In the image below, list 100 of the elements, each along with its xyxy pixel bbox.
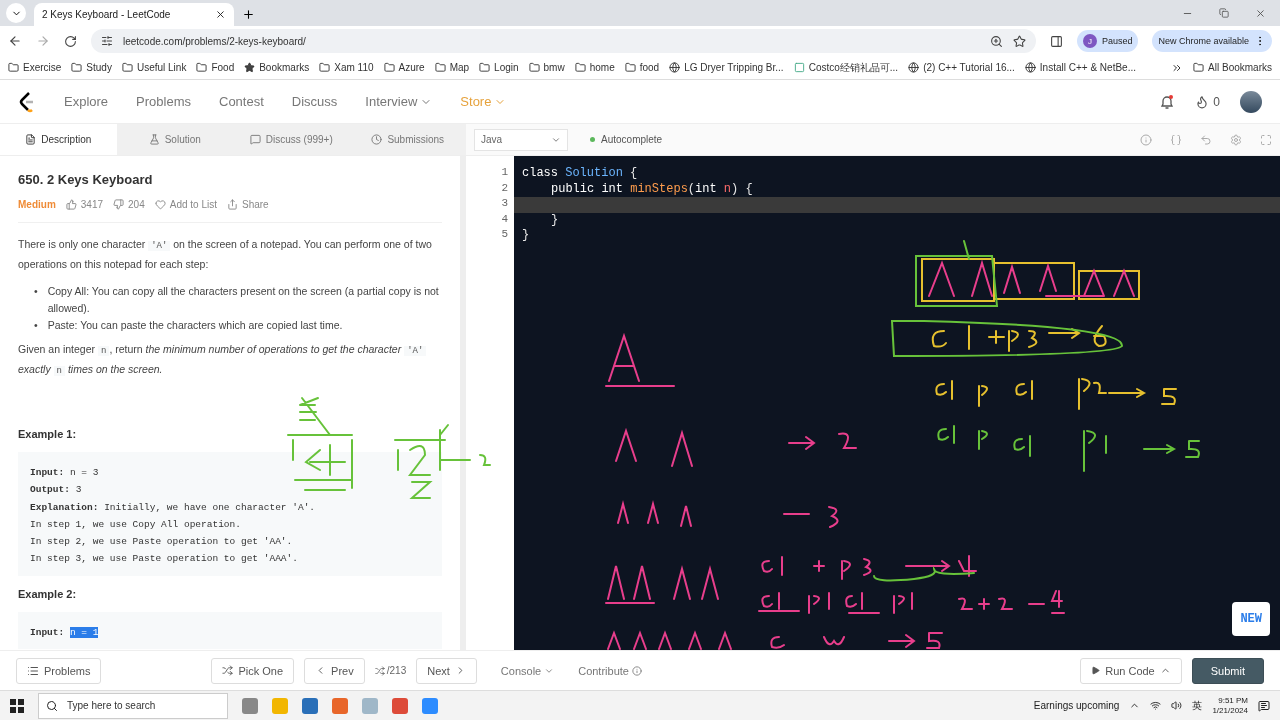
console-link[interactable]: Console	[500, 664, 555, 677]
folder-icon	[319, 62, 331, 73]
language-select[interactable]: Java	[474, 128, 568, 151]
new-badge[interactable]: NEW	[1232, 602, 1270, 636]
run-code-button[interactable]: Run Code	[1080, 657, 1182, 684]
bookmark[interactable]: Costco经销礼品可...	[793, 60, 899, 75]
address-bar[interactable]: leetcode.com/problems/2-keys-keyboard/	[91, 29, 1036, 53]
prev-button[interactable]: Prev	[304, 657, 365, 684]
document-icon	[25, 134, 37, 145]
bookmark[interactable]: Study	[71, 62, 112, 73]
close-icon[interactable]	[215, 9, 226, 20]
bookmark[interactable]: Useful Link	[121, 62, 187, 73]
bookmark[interactable]: Map	[434, 62, 470, 73]
bullet: •	[34, 318, 38, 333]
back-icon[interactable]	[8, 34, 22, 48]
all-bookmarks[interactable]: All Bookmarks	[1193, 62, 1272, 73]
bookmark[interactable]: Bookmarks	[244, 62, 310, 73]
volume-icon[interactable]	[1171, 700, 1183, 711]
tab[interactable]: Submissions	[349, 124, 466, 155]
folder-icon	[1193, 62, 1205, 73]
code-line: class Solution {	[521, 166, 639, 182]
line-number: 4	[501, 212, 508, 227]
bookmark[interactable]: Xam 110	[319, 62, 374, 73]
submit-button[interactable]: Submit	[1191, 657, 1264, 684]
bookmark[interactable]: Exercise	[8, 62, 62, 73]
bookmark[interactable]: bmw	[528, 62, 565, 73]
bookmark[interactable]: Login	[479, 62, 519, 73]
notification-bell-icon[interactable]	[1159, 93, 1176, 110]
bookmark[interactable]: Install C++ & NetBe...	[1024, 62, 1136, 73]
zoom-icon[interactable]	[989, 34, 1003, 48]
wifi-icon[interactable]	[1150, 700, 1162, 711]
reload-icon[interactable]	[64, 34, 77, 48]
windows-start-icon[interactable]	[10, 698, 24, 713]
code-editor[interactable]: class Solution { public int minSteps(int n) { } } NEW	[514, 156, 1280, 650]
bookmark[interactable]: Food	[196, 62, 235, 73]
heart-icon	[154, 199, 166, 210]
nav-link[interactable]: Discuss	[291, 94, 338, 109]
next-button[interactable]: Next	[416, 657, 477, 684]
problems-button[interactable]: Problems	[16, 657, 102, 684]
operation-item: Copy All: You can copy all the characters present on the screen (a partial copy is not allowed).	[47, 284, 440, 316]
nav-link[interactable]: Interview	[365, 94, 433, 109]
streak-counter[interactable]: 0	[1195, 94, 1220, 109]
share-icon	[227, 199, 238, 210]
thumbs-up-icon	[65, 199, 77, 210]
nav-link[interactable]: Contest	[219, 94, 264, 109]
problem-counter[interactable]: /213	[374, 665, 407, 676]
nav-link[interactable]: Problems	[136, 94, 191, 109]
list-icon	[27, 664, 39, 677]
line-number: 1	[501, 166, 508, 180]
tab[interactable]: Discuss (999+)	[233, 124, 350, 155]
tab[interactable]: Description	[0, 124, 117, 155]
folder-icon	[196, 62, 208, 73]
site-icon	[793, 62, 805, 73]
update-button[interactable]: New Chrome available	[1152, 30, 1272, 52]
chat-icon	[249, 134, 261, 145]
new-tab-icon[interactable]	[242, 8, 255, 21]
profile-button[interactable]: J Paused	[1076, 30, 1139, 52]
example-heading: Example 2:	[18, 587, 78, 600]
tab[interactable]: Solution	[116, 124, 233, 155]
autocomplete-toggle[interactable]: Autocomplete	[590, 134, 663, 145]
flame-icon	[1195, 94, 1210, 109]
like-button[interactable]: 3417	[65, 199, 104, 210]
logo-icon[interactable]	[18, 90, 36, 113]
problem-title: 650. 2 Keys Keyboard	[18, 172, 154, 187]
nav-link[interactable]: Explore	[64, 94, 109, 109]
globe-icon	[908, 62, 920, 73]
bookmark[interactable]: LG Dryer Tripping Br...	[669, 62, 784, 73]
example-block: Input: n = 3 Output: 3 Explanation: Initially, we have one character 'A'. In step 1, we use Copy All operation. In step 2, we use Paste operation to get 'AA'. In step 3, we use Paste operation to get 'AAA'.	[18, 452, 442, 576]
news-widget[interactable]: Earnings upcoming	[1033, 700, 1120, 711]
add-to-list-button[interactable]: Add to List	[154, 199, 217, 210]
site-settings-icon[interactable]	[101, 35, 113, 47]
taskbar-search-field[interactable]: Type here to search	[38, 692, 228, 719]
example-block: Input: n = 1	[18, 611, 442, 650]
difficulty-label: Medium	[18, 199, 56, 210]
folder-icon	[528, 62, 540, 73]
folder-icon	[71, 62, 83, 73]
code-line: }	[521, 228, 531, 244]
play-icon	[1091, 666, 1101, 675]
taskbar-clock[interactable]: 9:51 PM 1/21/2024	[1212, 695, 1248, 716]
side-panel-icon[interactable]	[1049, 34, 1063, 48]
browser-tab[interactable]: 2 Keys Keyboard - LeetCode	[34, 3, 234, 26]
dislike-button[interactable]: 204	[113, 199, 145, 210]
bookmark[interactable]: Azure	[383, 62, 425, 73]
clock-icon	[371, 134, 383, 145]
user-avatar[interactable]	[1240, 90, 1262, 113]
notifications-icon[interactable]	[1258, 699, 1270, 712]
input-method-indicator[interactable]: 英	[1192, 698, 1203, 713]
bookmark[interactable]: home	[574, 62, 615, 73]
flask-icon	[148, 134, 160, 145]
bookmark[interactable]: (2) C++ Tutorial 16...	[908, 62, 1015, 73]
line-number: 2	[501, 181, 508, 196]
share-button[interactable]: Share	[227, 199, 269, 210]
contribute-link[interactable]: Contribute	[578, 664, 642, 677]
restore-icon[interactable]	[1219, 7, 1229, 18]
pick-one-button[interactable]: Pick One	[211, 657, 295, 684]
folder-icon	[8, 62, 19, 73]
bookmark-star-icon[interactable]	[1012, 34, 1026, 48]
code-line: public int minSteps(int n) {	[550, 181, 754, 197]
bookmark[interactable]: food	[624, 62, 660, 73]
example-heading: Example 1:	[18, 428, 78, 440]
